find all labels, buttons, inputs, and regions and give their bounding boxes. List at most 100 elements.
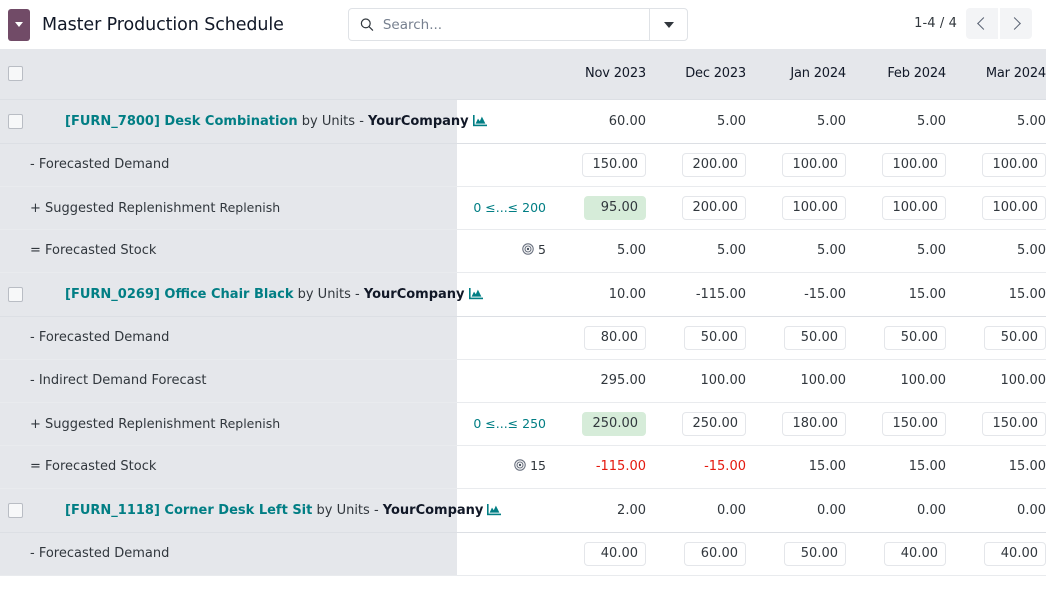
product-label-cell: [FURN_0269] Office Chair Black by Units … (30, 272, 457, 316)
editable-value-cell[interactable]: 150.00 (946, 402, 1046, 445)
row-select-cell (0, 229, 30, 272)
editable-value-cell[interactable]: 200.00 (646, 186, 746, 229)
row-select-checkbox[interactable] (8, 287, 23, 302)
editable-value-cell[interactable]: 150.00 (546, 143, 646, 186)
area-chart-icon[interactable] (487, 503, 501, 516)
mps-table-container: Nov 2023 Dec 2023 Jan 2024 Feb 2024 Mar … (0, 49, 1046, 603)
safety-stock-target[interactable]: 15 (514, 458, 546, 473)
editable-value-cell[interactable]: 100.00 (946, 143, 1046, 186)
column-header-month[interactable]: Feb 2024 (846, 49, 946, 99)
search-field[interactable] (349, 9, 649, 40)
column-header-month[interactable]: Mar 2024 (946, 49, 1046, 99)
value-input[interactable]: 50.00 (984, 326, 1046, 350)
value-input[interactable]: 180.00 (782, 412, 847, 436)
value-input[interactable]: 150.00 (882, 412, 947, 436)
product-value-cell[interactable]: 0.00 (846, 488, 946, 532)
search-input[interactable] (383, 17, 649, 33)
breadcrumb-toggle-button[interactable] (8, 9, 30, 41)
editable-value-cell[interactable]: 100.00 (746, 143, 846, 186)
detail-row: - Forecasted Demand80.0050.0050.0050.005… (0, 316, 1046, 359)
product-value-cell[interactable]: 10.00 (546, 272, 646, 316)
editable-value-cell[interactable]: 100.00 (846, 143, 946, 186)
editable-value-cell[interactable]: 40.00 (946, 532, 1046, 575)
value-input[interactable]: 95.00 (584, 196, 646, 220)
value-input[interactable]: 150.00 (582, 153, 647, 177)
value-input[interactable]: 50.00 (784, 326, 846, 350)
product-value-cell[interactable]: -15.00 (746, 272, 846, 316)
product-row[interactable]: [FURN_0269] Office Chair Black by Units … (0, 272, 1046, 316)
editable-value-cell[interactable]: 100.00 (946, 186, 1046, 229)
value-input[interactable]: 40.00 (584, 542, 646, 566)
column-header-month[interactable]: Jan 2024 (746, 49, 846, 99)
pager-previous-button[interactable] (966, 8, 998, 39)
editable-value-cell[interactable]: 100.00 (846, 186, 946, 229)
pager-next-button[interactable] (1000, 8, 1032, 39)
row-select-checkbox[interactable] (8, 114, 23, 129)
value-input[interactable]: 100.00 (882, 196, 947, 220)
editable-value-cell[interactable]: 60.00 (646, 532, 746, 575)
value-input[interactable]: 50.00 (784, 542, 846, 566)
editable-value-cell[interactable]: 50.00 (746, 532, 846, 575)
editable-value-cell[interactable]: 40.00 (846, 532, 946, 575)
editable-value-cell[interactable]: 200.00 (646, 143, 746, 186)
safety-stock-target[interactable]: 5 (522, 242, 546, 257)
search-dropdown-toggle[interactable] (649, 9, 687, 40)
table-header-row: Nov 2023 Dec 2023 Jan 2024 Feb 2024 Mar … (0, 49, 1046, 99)
product-value-cell[interactable]: 5.00 (846, 99, 946, 143)
replenish-button[interactable]: Replenish (219, 416, 280, 431)
editable-value-cell[interactable]: 150.00 (846, 402, 946, 445)
column-header-month[interactable]: Nov 2023 (546, 49, 646, 99)
value-input[interactable]: 100.00 (782, 153, 847, 177)
editable-value-cell[interactable]: 80.00 (546, 316, 646, 359)
replenish-button[interactable]: Replenish (219, 200, 280, 215)
editable-value-cell[interactable]: 95.00 (546, 186, 646, 229)
product-value-cell[interactable]: 2.00 (546, 488, 646, 532)
replenishment-range-link[interactable]: 0 ≤...≤ 200 (473, 200, 546, 215)
value-input[interactable]: 150.00 (982, 412, 1046, 436)
select-all-checkbox[interactable] (8, 66, 23, 81)
editable-value-cell[interactable]: 50.00 (846, 316, 946, 359)
area-chart-icon[interactable] (469, 287, 483, 300)
editable-value-cell[interactable]: 250.00 (546, 402, 646, 445)
product-value-cell[interactable]: -115.00 (646, 272, 746, 316)
value-input[interactable]: 40.00 (884, 542, 946, 566)
editable-value-cell[interactable]: 40.00 (546, 532, 646, 575)
replenishment-range-link[interactable]: 0 ≤...≤ 250 (473, 416, 546, 431)
product-value-cell[interactable]: 0.00 (646, 488, 746, 532)
product-value-cell[interactable]: 0.00 (746, 488, 846, 532)
editable-value-cell[interactable]: 50.00 (646, 316, 746, 359)
column-header-month[interactable]: Dec 2023 (646, 49, 746, 99)
product-value-cell[interactable]: 0.00 (946, 488, 1046, 532)
product-name-link[interactable]: [FURN_1118] Corner Desk Left Sit (65, 503, 312, 518)
value-input[interactable]: 200.00 (682, 196, 747, 220)
row-select-checkbox[interactable] (8, 503, 23, 518)
product-value-cell[interactable]: 5.00 (646, 99, 746, 143)
product-row[interactable]: [FURN_1118] Corner Desk Left Sit by Unit… (0, 488, 1046, 532)
editable-value-cell[interactable]: 50.00 (946, 316, 1046, 359)
value-input[interactable]: 100.00 (982, 196, 1046, 220)
product-value-cell[interactable]: 15.00 (946, 272, 1046, 316)
value-input[interactable]: 250.00 (582, 412, 647, 436)
product-value-cell[interactable]: 5.00 (746, 99, 846, 143)
value-input[interactable]: 100.00 (882, 153, 947, 177)
product-value-cell[interactable]: 15.00 (846, 272, 946, 316)
area-chart-icon[interactable] (473, 114, 487, 127)
product-value-cell[interactable]: 60.00 (546, 99, 646, 143)
value-input[interactable]: 50.00 (884, 326, 946, 350)
editable-value-cell[interactable]: 250.00 (646, 402, 746, 445)
value-input[interactable]: 250.00 (682, 412, 747, 436)
product-name-link[interactable]: [FURN_7800] Desk Combination (65, 114, 298, 129)
editable-value-cell[interactable]: 50.00 (746, 316, 846, 359)
product-value-cell[interactable]: 5.00 (946, 99, 1046, 143)
product-name-link[interactable]: [FURN_0269] Office Chair Black (65, 287, 293, 302)
value-input[interactable]: 40.00 (984, 542, 1046, 566)
value-input[interactable]: 100.00 (782, 196, 847, 220)
value-input[interactable]: 60.00 (684, 542, 746, 566)
value-input[interactable]: 80.00 (584, 326, 646, 350)
editable-value-cell[interactable]: 180.00 (746, 402, 846, 445)
value-input[interactable]: 200.00 (682, 153, 747, 177)
product-row[interactable]: [FURN_7800] Desk Combination by Units - … (0, 99, 1046, 143)
value-input[interactable]: 100.00 (982, 153, 1046, 177)
value-input[interactable]: 50.00 (684, 326, 746, 350)
editable-value-cell[interactable]: 100.00 (746, 186, 846, 229)
